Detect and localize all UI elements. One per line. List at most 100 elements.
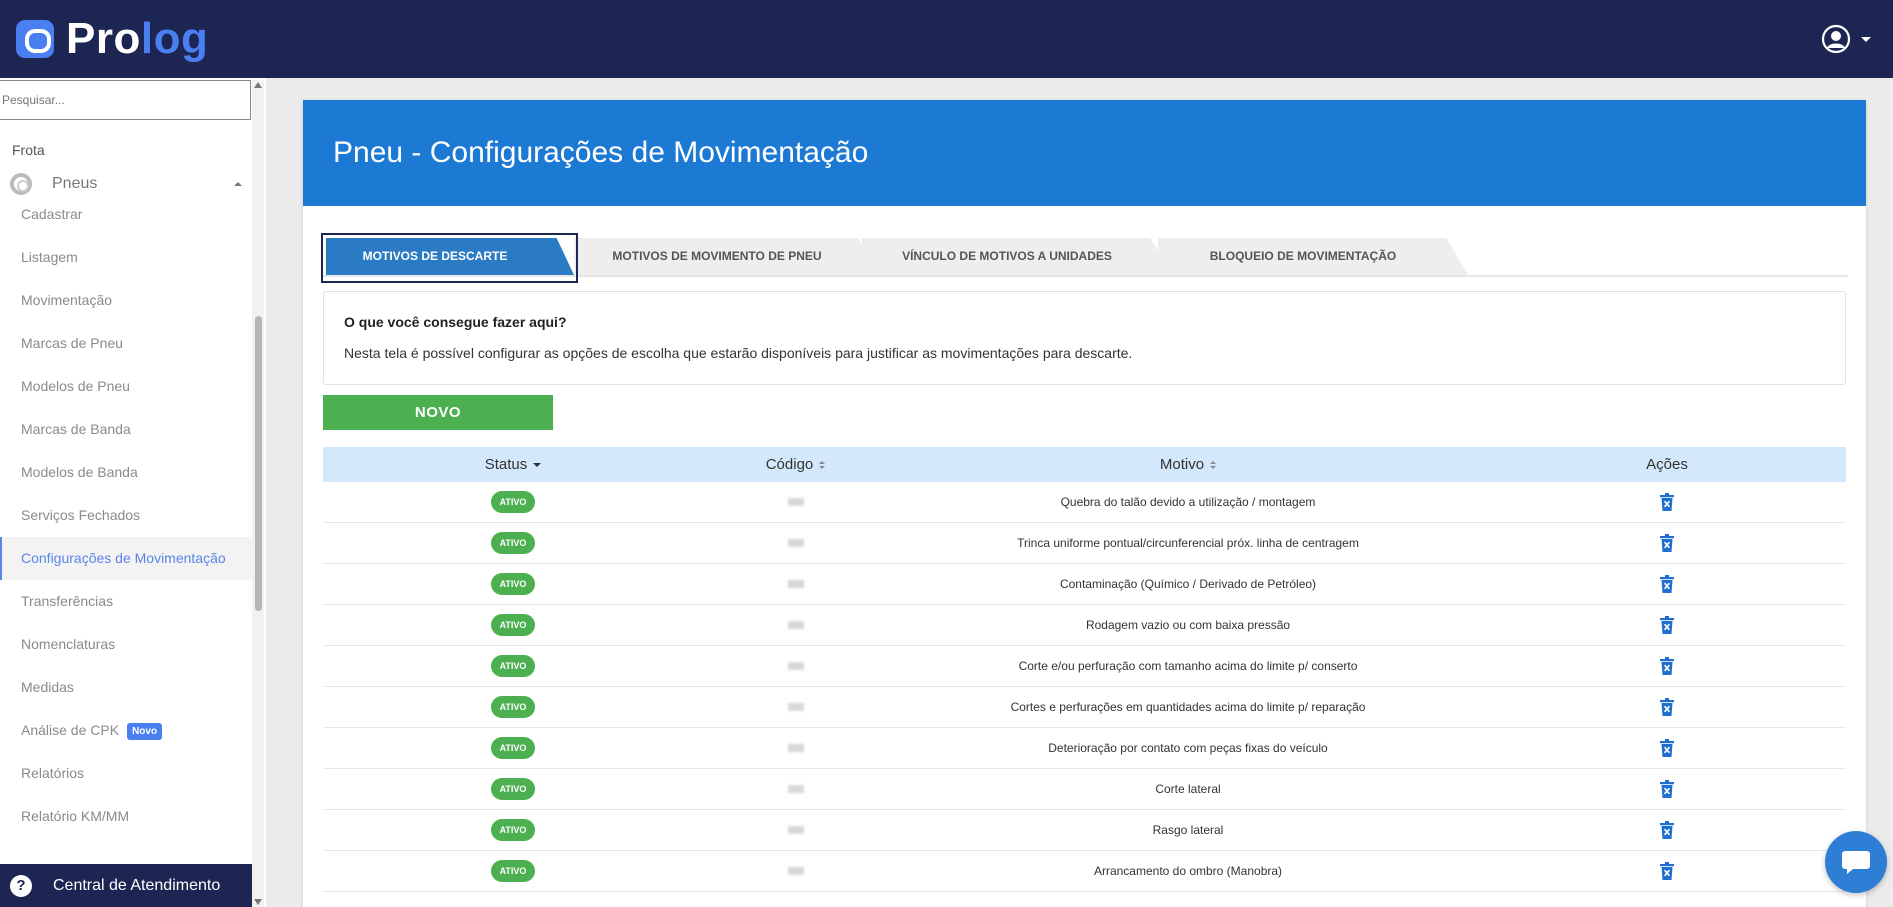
status-cell: ATIVO [323,728,703,768]
column-header-motivo[interactable]: Motivo [888,447,1488,482]
status-cell: ATIVO [323,851,703,891]
redacted-code [787,703,804,711]
delete-button[interactable] [1660,821,1674,839]
sidebar-item-configuracoes-de-movimentacao[interactable]: Configurações de Movimentação [0,537,252,580]
redacted-code [787,785,804,793]
sidebar-item-medidas[interactable]: Medidas [0,666,252,709]
status-badge: ATIVO [490,532,536,554]
table-row[interactable]: ATIVO Corte lateral [323,769,1846,810]
sidebar-section-label: Frota [12,142,45,158]
motivo-cell: Cortes e perfurações em quantidades acim… [888,687,1488,727]
code-cell [703,564,888,604]
trash-icon [1660,698,1674,716]
code-cell [703,851,888,891]
motivos-table: Status Código Motivo Ações ATIVO Quebra d… [323,447,1846,892]
motivo-text: Rasgo lateral [1152,823,1224,837]
sidebar-item-nomenclaturas[interactable]: Nomenclaturas [0,623,252,666]
status-badge: ATIVO [490,614,536,636]
tab-motivos-de-movimento[interactable]: MOTIVOS DE MOVIMENTO DE PNEU [574,238,880,275]
delete-button[interactable] [1660,657,1674,675]
tab-vinculo-de-motivos[interactable]: VÍNCULO DE MOTIVOS A UNIDADES [862,238,1172,275]
sidebar-scrollbar[interactable] [252,80,264,907]
column-header-status[interactable]: Status [323,447,703,482]
help-center-button[interactable]: ? Central de Atendimento [0,864,252,907]
sidebar-item-servicos-fechados[interactable]: Serviços Fechados [0,494,252,537]
scroll-down-arrow-icon[interactable] [254,899,262,905]
main-card: Pneu - Configurações de Movimentação BLO… [303,100,1866,907]
tab-motivos-de-descarte[interactable]: MOTIVOS DE DESCARTE [326,238,574,275]
top-navbar: Prolog [0,0,1893,78]
status-badge: ATIVO [490,819,536,841]
sidebar-item-label: Modelos de Banda [21,464,138,480]
page-header: Pneu - Configurações de Movimentação [303,100,1866,206]
delete-button[interactable] [1660,739,1674,757]
sidebar-item-relatorios[interactable]: Relatórios [0,752,252,795]
table-row[interactable]: ATIVO Quebra do talão devido a utilização… [323,482,1846,523]
actions-cell [1488,687,1846,727]
sidebar-item-label: Análise de CPK [21,722,120,738]
column-header-label: Status [484,456,528,473]
actions-cell [1488,851,1846,891]
motivo-cell: Rodagem vazio ou com baixa pressão [888,605,1488,645]
info-panel: O que você consegue fazer aqui? Nesta te… [323,291,1846,385]
motivo-cell: Trinca uniforme pontual/circunferencial … [888,523,1488,563]
redacted-code [787,498,804,506]
sidebar-item-transferencias[interactable]: Transferências [0,580,252,623]
status-cell: ATIVO [323,810,703,850]
motivo-cell: Quebra do talão devido a utilização / mo… [888,482,1488,522]
code-cell [703,605,888,645]
sidebar-item-label: Cadastrar [21,206,83,222]
delete-button[interactable] [1660,575,1674,593]
delete-button[interactable] [1660,780,1674,798]
sort-desc-icon [533,462,542,467]
app-logo[interactable]: Prolog [16,17,208,61]
redacted-code [787,539,804,547]
sidebar-item-relatorio-km-mm[interactable]: Relatório KM/MM [0,795,252,838]
table-row[interactable]: ATIVO Trinca uniforme pontual/circunferen… [323,523,1846,564]
sidebar-item-marcas-de-pneu[interactable]: Marcas de Pneu [0,322,252,365]
table-row[interactable]: ATIVO Rodagem vazio ou com baixa pressão [323,605,1846,646]
table-row[interactable]: ATIVO Cortes e perfurações em quantidades… [323,687,1846,728]
delete-button[interactable] [1660,698,1674,716]
redacted-code [787,662,804,670]
table-row[interactable]: ATIVO Contaminação (Químico / Derivado de… [323,564,1846,605]
sidebar-item-movimentacao[interactable]: Movimentação [0,279,252,322]
scroll-up-arrow-icon[interactable] [254,82,262,88]
sidebar-item-modelos-de-pneu[interactable]: Modelos de Pneu [0,365,252,408]
actions-cell [1488,769,1846,809]
sidebar-item-label: Serviços Fechados [21,507,141,523]
chat-button[interactable] [1825,831,1887,893]
sort-icon [1210,460,1217,469]
sidebar-item-cadastrar[interactable]: Cadastrar [0,193,252,236]
scrollbar-thumb[interactable] [255,316,262,611]
sidebar-item-modelos-de-banda[interactable]: Modelos de Banda [0,451,252,494]
status-badge: ATIVO [490,491,536,513]
sidebar-item-listagem[interactable]: Listagem [0,236,252,279]
delete-button[interactable] [1660,534,1674,552]
column-header-label: Ações [1646,456,1688,473]
sidebar-item-marcas-de-banda[interactable]: Marcas de Banda [0,408,252,451]
user-menu-button[interactable] [1821,24,1871,54]
delete-button[interactable] [1660,862,1674,880]
sidebar-search-input[interactable] [0,80,251,120]
status-badge: ATIVO [490,737,536,759]
column-header-codigo[interactable]: Código [703,447,888,482]
table-row[interactable]: ATIVO Arrancamento do ombro (Manobra) [323,851,1846,892]
delete-button[interactable] [1660,616,1674,634]
table-row[interactable]: ATIVO Corte e/ou perfuração com tamanho a… [323,646,1846,687]
table-row[interactable]: ATIVO Rasgo lateral [323,810,1846,851]
column-header-label: Código [765,456,814,473]
status-badge: ATIVO [490,655,536,677]
delete-button[interactable] [1660,493,1674,511]
sidebar: Frota Pneus Cadastrar Listagem Movimenta… [0,78,266,907]
sidebar-item-analise-de-cpk[interactable]: Análise de CPK Novo [0,709,252,752]
trash-icon [1660,657,1674,675]
motivo-text: Contaminação (Químico / Derivado de Petr… [1059,577,1317,591]
table-row[interactable]: ATIVO Deterioração por contato com peças … [323,728,1846,769]
chat-bubble-icon [1842,851,1870,874]
trash-icon [1660,862,1674,880]
status-cell: ATIVO [323,687,703,727]
tab-bloqueio-de-movimentacao[interactable]: BLOQUEIO DE MOVIMENTAÇÃO [1158,238,1468,275]
trash-icon [1660,534,1674,552]
new-button[interactable]: NOVO [323,395,553,430]
